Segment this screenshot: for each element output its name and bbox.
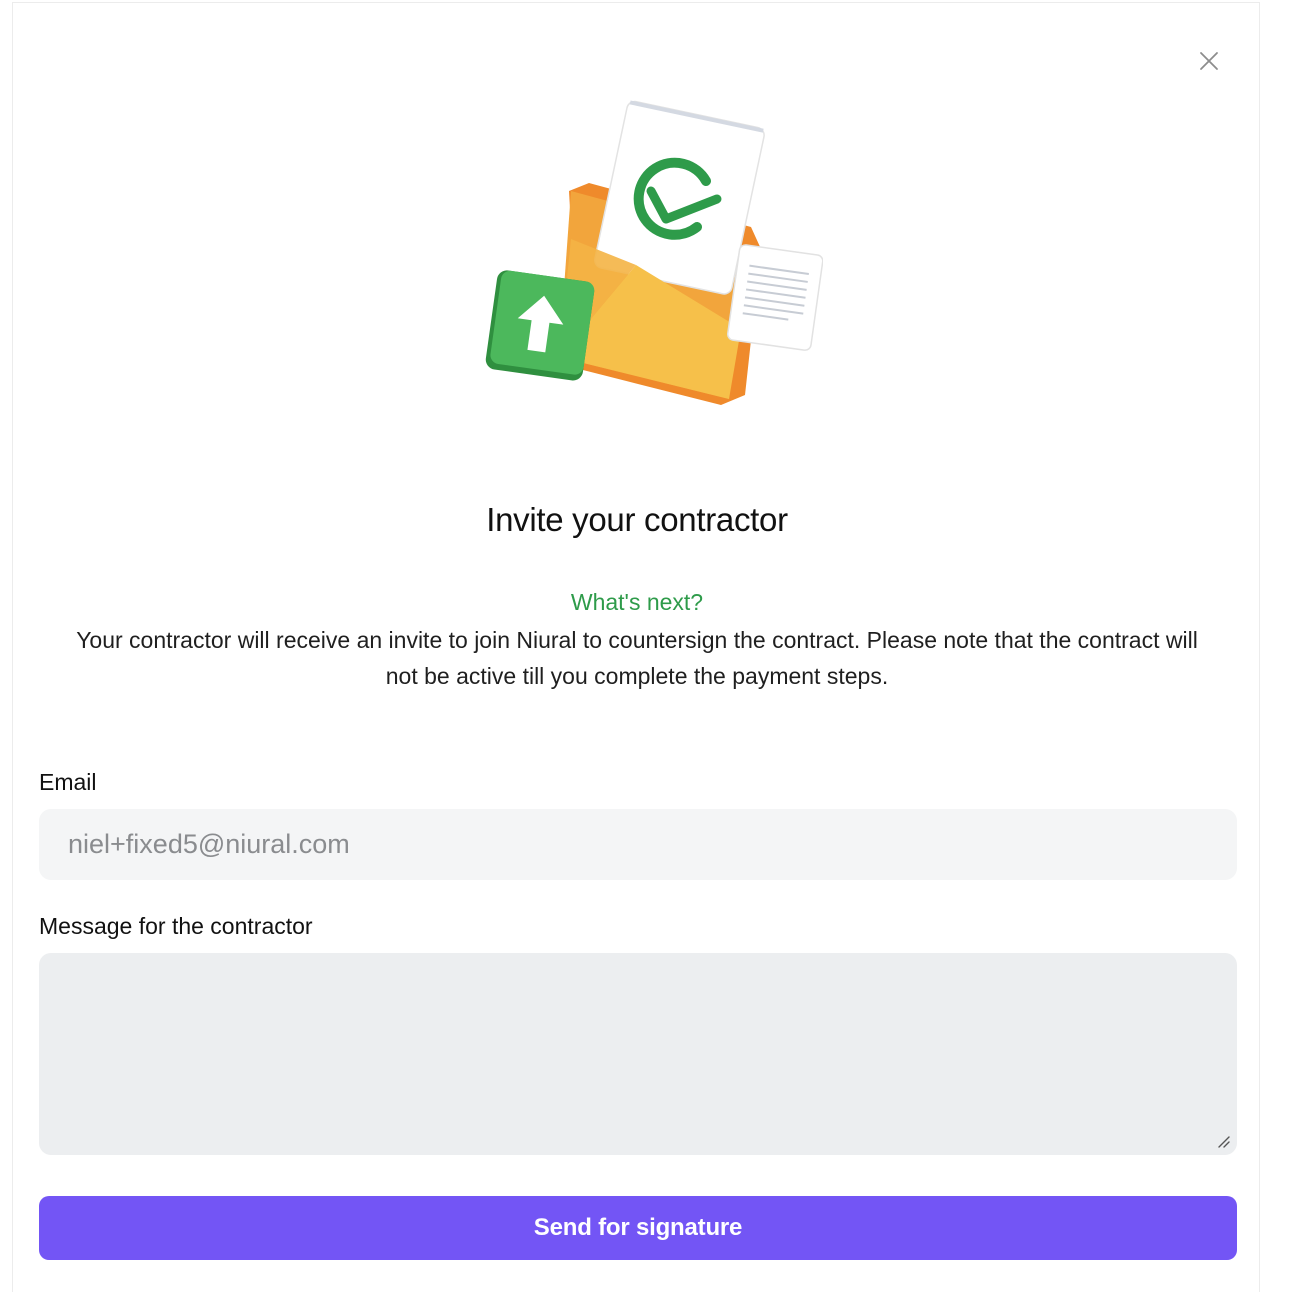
whats-next-heading: What's next? [570,589,704,615]
close-icon [1200,52,1218,70]
email-value: niel+fixed5@niural.com [68,829,350,859]
envelope-signature-illustration [485,100,823,405]
message-textarea[interactable] [39,953,1237,1155]
modal-description: Your contractor will receive an invite t… [76,627,1198,689]
invite-contractor-modal: Invite your contractor What's next? Your… [12,2,1260,1292]
send-button-label: Send for signature [533,1214,743,1241]
email-field[interactable]: niel+fixed5@niural.com [39,809,1237,880]
close-button[interactable] [1195,47,1223,75]
email-label: Email [39,769,97,795]
resize-handle-icon[interactable] [1217,1135,1231,1149]
message-label: Message for the contractor [39,913,313,939]
send-for-signature-button[interactable]: Send for signature [39,1196,1237,1260]
modal-title: Invite your contractor [486,501,788,538]
